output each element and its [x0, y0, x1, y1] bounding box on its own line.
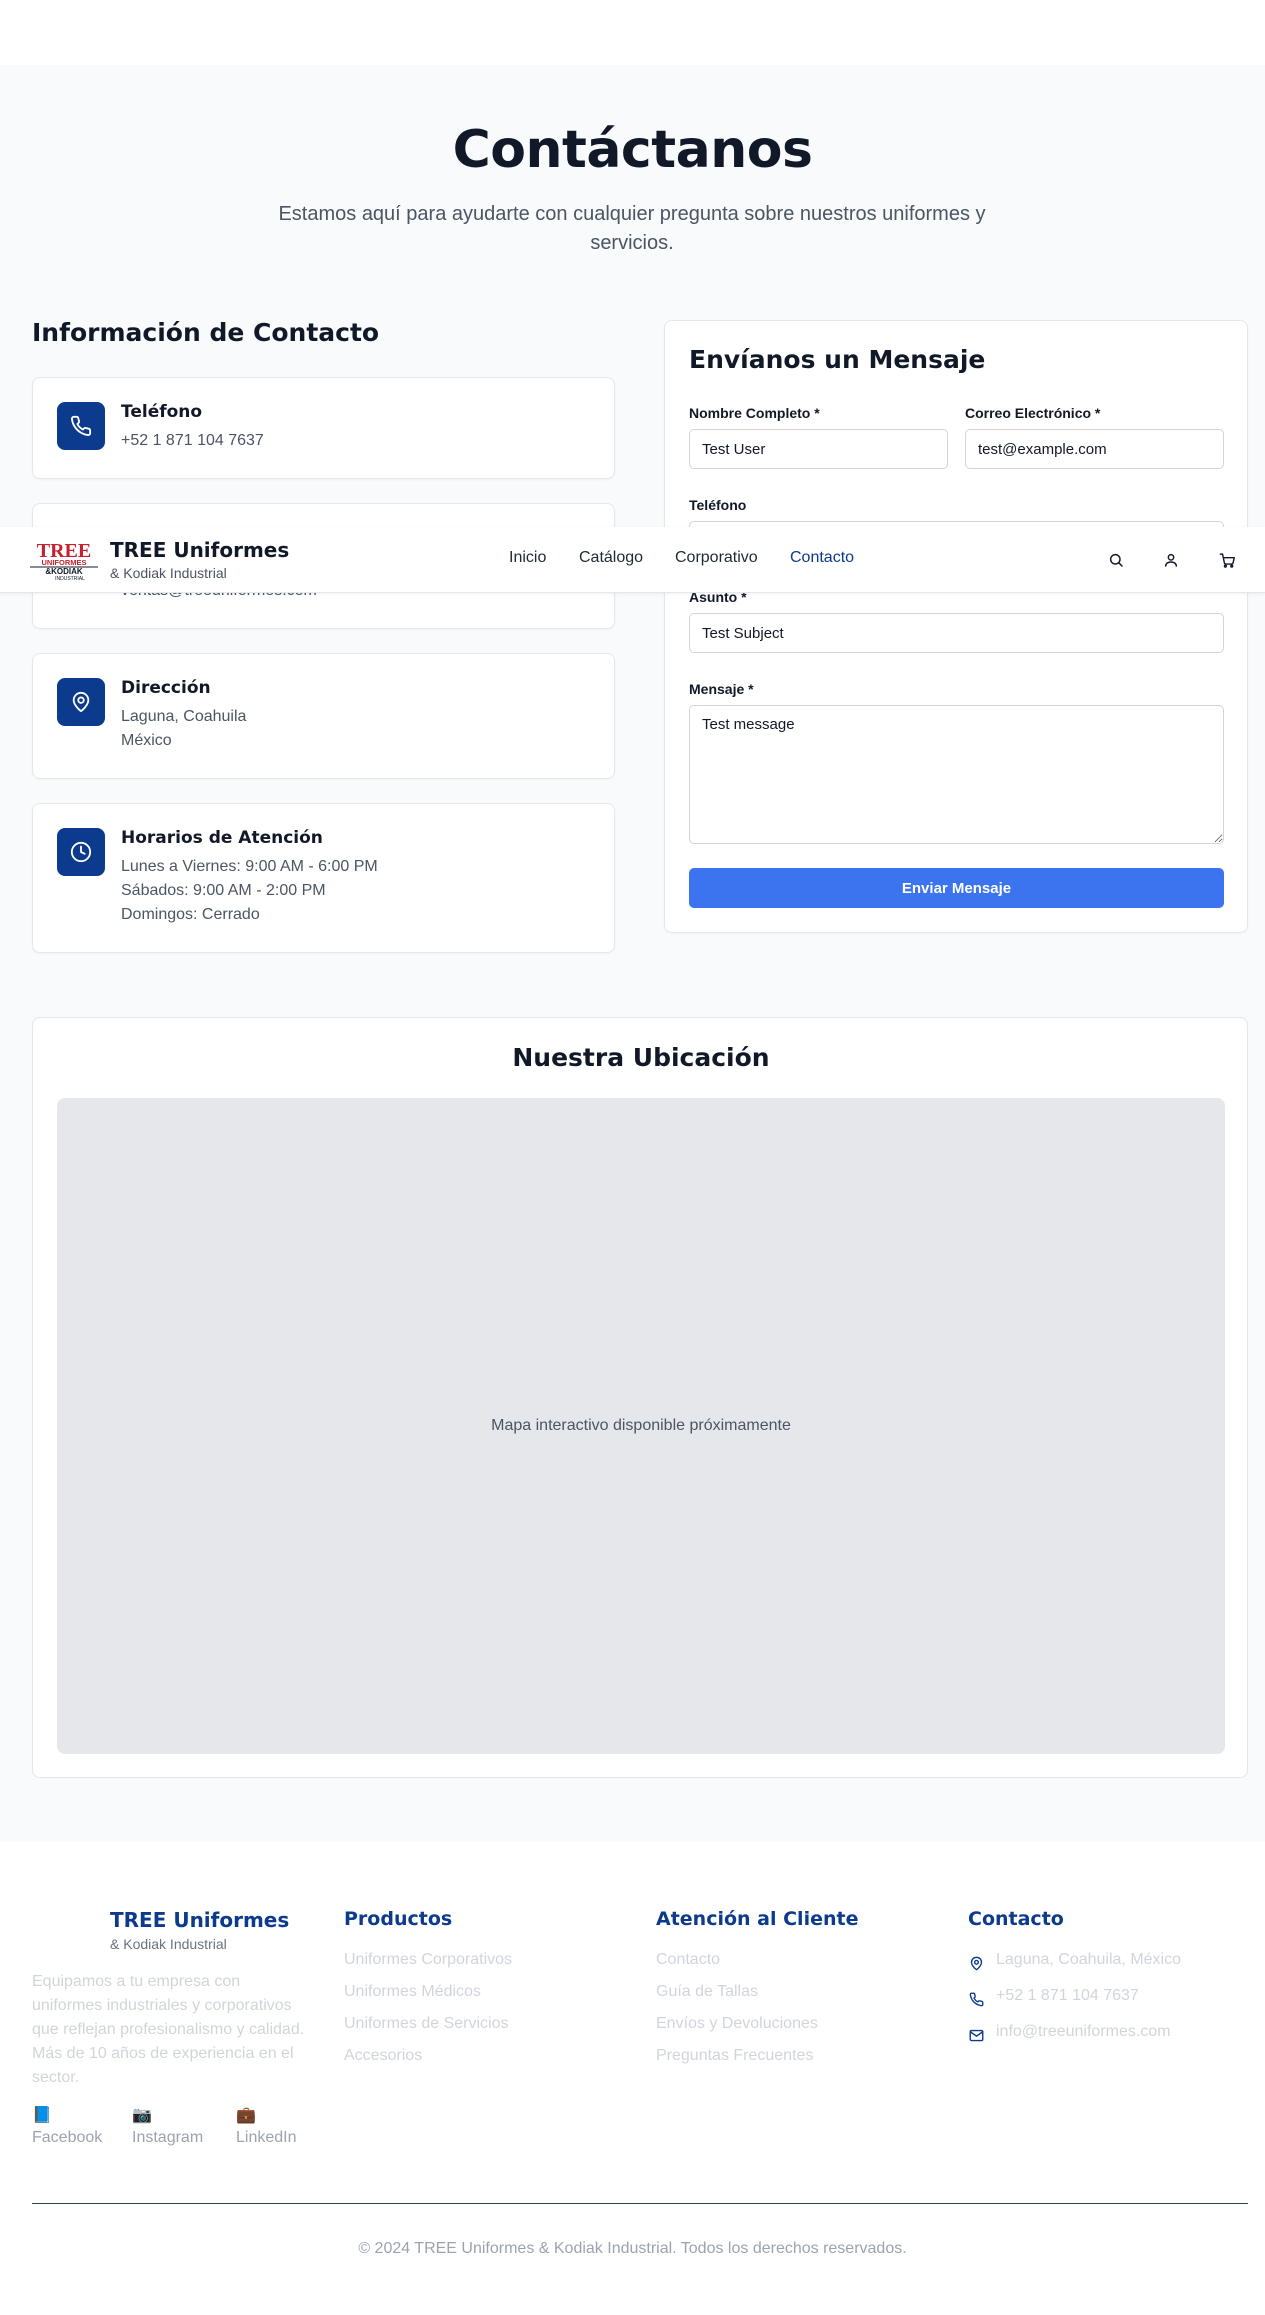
nav-inicio[interactable]: Inicio — [509, 549, 546, 567]
name-input[interactable] — [689, 429, 948, 469]
email-label: Correo Electrónico * — [965, 405, 1101, 421]
contact-card-title: Horarios de Atención — [121, 828, 323, 848]
page-subtitle: Estamos aquí para ayudarte con cualquier… — [278, 203, 986, 254]
footer-link-service[interactable]: Contacto — [656, 1951, 720, 1969]
nav-catalogo[interactable]: Catálogo — [579, 549, 643, 567]
footer-brand: TREE Uniformes — [110, 1908, 290, 1932]
footer-link-product[interactable]: Uniformes Médicos — [344, 1983, 481, 2001]
svg-text:UNIFORMES: UNIFORMES — [42, 558, 87, 567]
map-section: Nuestra Ubicación Mapa interactivo dispo… — [32, 1017, 1248, 1778]
brand-subtitle: & Kodiak Industrial — [110, 565, 227, 581]
footer-contact-address: Laguna, Coahuila, México — [996, 1951, 1182, 1968]
address-line: Laguna, Coahuila — [121, 708, 247, 725]
phone-label: Teléfono — [689, 497, 747, 513]
name-label: Nombre Completo * — [689, 405, 820, 421]
footer-products-title: Productos — [344, 1908, 453, 1930]
map-placeholder[interactable]: Mapa interactivo disponible próximamente — [57, 1098, 1225, 1754]
svg-text:INDUSTRIAL: INDUSTRIAL — [55, 576, 85, 581]
instagram-icon: 📷 — [132, 2107, 152, 2124]
linkedin-icon: 💼 — [236, 2107, 256, 2124]
map-placeholder-text: Mapa interactivo disponible próximamente — [491, 1417, 791, 1434]
map-pin-icon — [967, 1954, 985, 1972]
footer-brand-subtitle: & Kodiak Industrial — [110, 1936, 227, 1952]
contact-card-title: Dirección — [121, 678, 211, 698]
footer-link-product[interactable]: Uniformes Corporativos — [344, 1951, 512, 1969]
submit-button[interactable]: Enviar Mensaje — [689, 868, 1224, 908]
contact-form: Envíanos un Mensaje Nombre Completo * Co… — [664, 320, 1248, 933]
footer-contact-email[interactable]: info@treeuniformes.com — [996, 2023, 1171, 2041]
phone-icon — [967, 1990, 985, 2008]
message-label: Mensaje * — [689, 681, 754, 697]
user-icon[interactable] — [1160, 549, 1182, 571]
instagram-label: Instagram — [132, 2129, 204, 2146]
brand-logo[interactable]: TREE UNIFORMES &KODIAK INDUSTRIAL — [30, 539, 98, 582]
footer-description: Equipamos a tu empresa con uniformes ind… — [32, 1973, 305, 2086]
copyright: © 2024 TREE Uniformes & Kodiak Industria… — [358, 2240, 907, 2257]
footer-link-product[interactable]: Uniformes de Servicios — [344, 2015, 509, 2033]
hours-line: Domingos: Cerrado — [121, 906, 260, 923]
footer-link-product[interactable]: Accesorios — [344, 2047, 422, 2065]
footer-service-title: Atención al Cliente — [656, 1908, 859, 1930]
svg-text:&KODIAK: &KODIAK — [45, 567, 83, 576]
footer-link-service[interactable]: Preguntas Frecuentes — [656, 2047, 813, 2065]
footer-link-service[interactable]: Guía de Tallas — [656, 1983, 758, 2001]
site-header: TREE UNIFORMES &KODIAK INDUSTRIAL TREE U… — [0, 527, 1265, 593]
contact-info-title: Información de Contacto — [32, 318, 380, 347]
map-pin-icon — [57, 678, 105, 726]
footer-divider — [32, 2203, 1248, 2204]
contact-card-address: Dirección Laguna, Coahuila México — [32, 653, 615, 779]
facebook-link[interactable]: 📘 Facebook — [32, 2107, 102, 2147]
footer-link-service[interactable]: Envíos y Devoluciones — [656, 2015, 818, 2033]
top-band — [0, 0, 1265, 65]
nav-contacto[interactable]: Contacto — [790, 549, 854, 567]
address-line: México — [121, 732, 172, 749]
page-title: Contáctanos — [452, 120, 813, 180]
hours-line: Lunes a Viernes: 9:00 AM - 6:00 PM — [121, 858, 378, 875]
search-icon[interactable] — [1105, 549, 1127, 571]
facebook-icon: 📘 — [32, 2107, 52, 2124]
message-textarea[interactable]: Test message — [689, 705, 1224, 844]
contact-card-hours: Horarios de Atención Lunes a Viernes: 9:… — [32, 803, 615, 953]
linkedin-link[interactable]: 💼 LinkedIn — [236, 2107, 297, 2147]
instagram-link[interactable]: 📷 Instagram — [132, 2107, 203, 2147]
form-title: Envíanos un Mensaje — [689, 345, 986, 374]
contact-card-phone: Teléfono +52 1 871 104 7637 — [32, 377, 615, 479]
hours-line: Sábados: 9:00 AM - 2:00 PM — [121, 882, 326, 899]
cart-icon[interactable] — [1216, 549, 1238, 571]
email-input[interactable] — [965, 429, 1224, 469]
linkedin-label: LinkedIn — [236, 2129, 297, 2146]
brand-name[interactable]: TREE Uniformes — [110, 538, 289, 562]
footer-contact-title: Contacto — [968, 1908, 1064, 1930]
site-footer: TREE Uniformes & Kodiak Industrial Equip… — [0, 1842, 1265, 2315]
phone-icon — [57, 402, 105, 450]
footer-contact-phone[interactable]: +52 1 871 104 7637 — [996, 1987, 1139, 2005]
clock-icon — [57, 828, 105, 876]
subject-input[interactable] — [689, 613, 1224, 653]
nav-corporativo[interactable]: Corporativo — [675, 549, 758, 567]
map-title: Nuestra Ubicación — [512, 1043, 770, 1072]
contact-card-title: Teléfono — [121, 402, 203, 422]
facebook-label: Facebook — [32, 2129, 103, 2146]
mail-icon — [967, 2026, 985, 2044]
phone-number: +52 1 871 104 7637 — [121, 432, 264, 449]
